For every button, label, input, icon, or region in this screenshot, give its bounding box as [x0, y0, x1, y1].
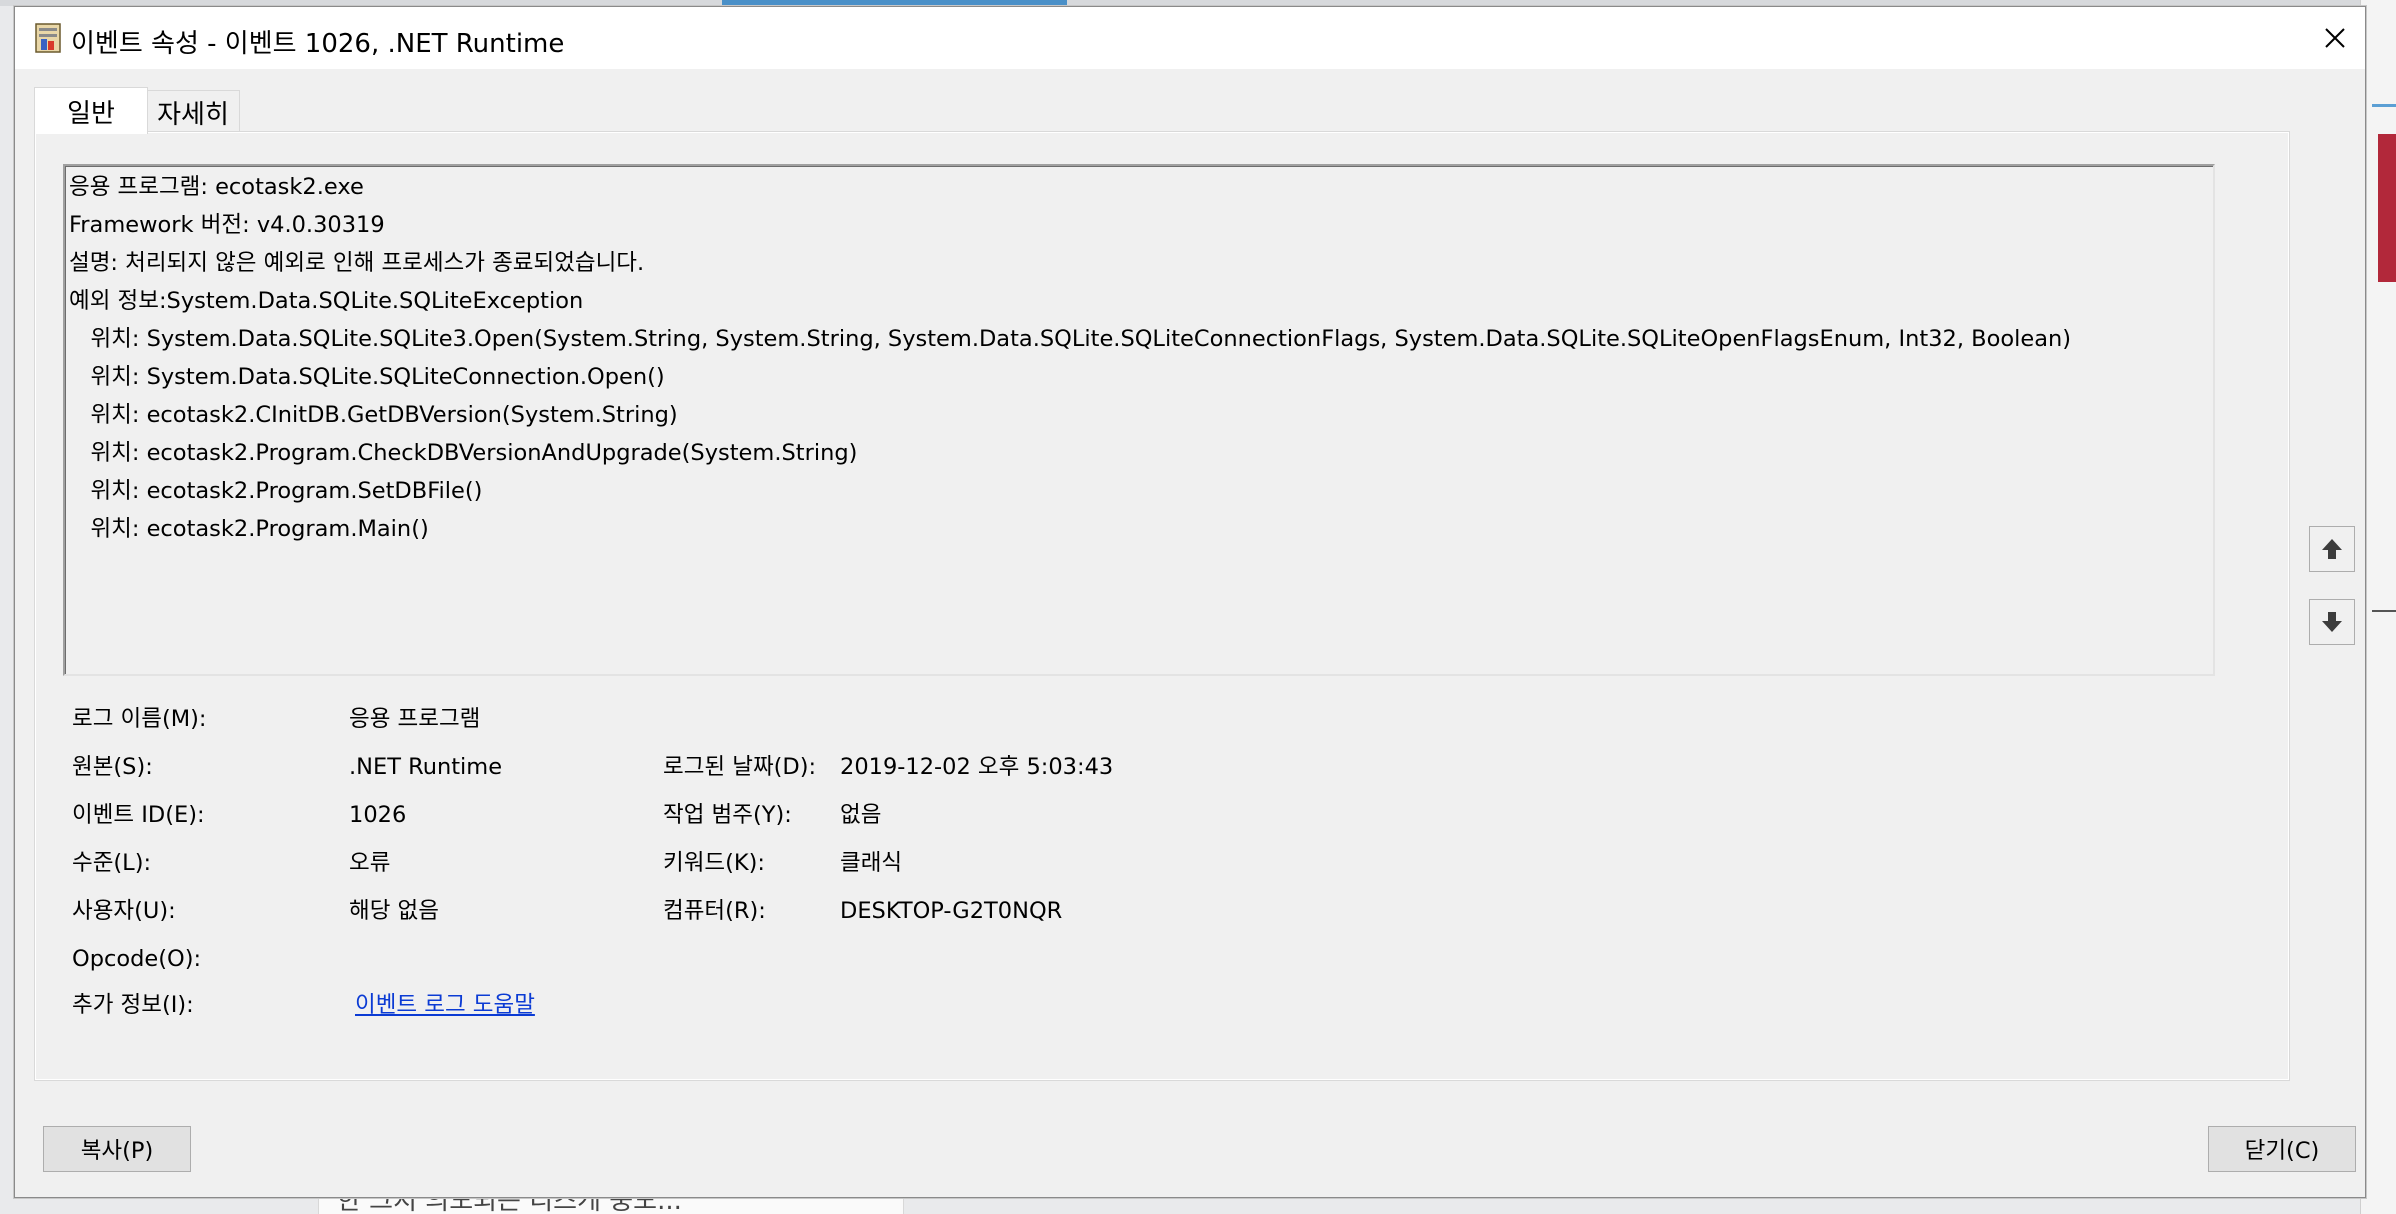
computer-value: DESKTOP-G2T0NQR [840, 898, 1063, 924]
source-value: .NET Runtime [349, 754, 503, 780]
user-label: 사용자(U): [72, 898, 176, 924]
close-button-label: 닫기(C) [2244, 1138, 2320, 1164]
arrow-down-icon [2322, 612, 2342, 632]
keywords-value: 클래식 [840, 850, 903, 876]
window-title: 이벤트 속성 - 이벤트 1026, .NET Runtime [71, 29, 565, 59]
description-line: 응용 프로그램: ecotask2.exe [69, 174, 364, 200]
keywords-label: 키워드(K): [663, 850, 765, 876]
event-log-help-link[interactable]: 이벤트 로그 도움말 [355, 990, 535, 1020]
opcode-label: Opcode(O): [72, 946, 202, 972]
background-blue-line [2372, 104, 2396, 107]
tab-general-label: 일반 [67, 98, 115, 129]
task-category-label: 작업 범주(Y): [663, 802, 792, 828]
event-id-value: 1026 [349, 802, 407, 828]
more-info-label: 추가 정보(I): [72, 992, 194, 1018]
event-id-label: 이벤트 ID(E): [72, 802, 205, 828]
description-line: 위치: ecotask2.CInitDB.GetDBVersion(System… [69, 402, 678, 428]
description-line: 위치: ecotask2.Program.CheckDBVersionAndUp… [69, 440, 858, 466]
level-label: 수준(L): [72, 850, 152, 876]
copy-button-label: 복사(P) [80, 1138, 154, 1164]
general-tab-panel: 응용 프로그램: ecotask2.exe Framework 버전: v4.0… [34, 131, 2290, 1081]
description-line: 위치: System.Data.SQLite.SQLite3.Open(Syst… [69, 326, 2072, 352]
event-viewer-icon [35, 23, 61, 53]
tab-details-label: 자세히 [157, 99, 229, 130]
arrow-up-icon [2322, 539, 2342, 559]
level-value: 오류 [349, 850, 391, 876]
description-line: 위치: ecotask2.Program.Main() [69, 516, 429, 542]
description-line: 위치: ecotask2.Program.SetDBFile() [69, 478, 483, 504]
source-label: 원본(S): [72, 754, 153, 780]
title-bar[interactable]: 이벤트 속성 - 이벤트 1026, .NET Runtime [15, 7, 2365, 69]
log-name-label: 로그 이름(M): [72, 706, 207, 732]
logged-value: 2019-12-02 오후 5:03:43 [840, 754, 1114, 780]
user-value: 해당 없음 [349, 898, 439, 924]
background-divider [2372, 610, 2396, 612]
close-icon[interactable] [2305, 7, 2365, 69]
next-event-button[interactable] [2309, 599, 2355, 645]
description-textbox[interactable]: 응용 프로그램: ecotask2.exe Framework 버전: v4.0… [63, 164, 2215, 676]
description-line: Framework 버전: v4.0.30319 [69, 212, 385, 238]
log-name-value: 응용 프로그램 [349, 706, 481, 732]
background-red-button [2378, 134, 2396, 282]
previous-event-button[interactable] [2309, 526, 2355, 572]
copy-button[interactable]: 복사(P) [43, 1126, 191, 1172]
tab-details[interactable]: 자세히 [146, 90, 240, 133]
task-category-value: 없음 [840, 802, 882, 828]
description-line: 위치: System.Data.SQLite.SQLiteConnection.… [69, 364, 665, 390]
computer-label: 컴퓨터(R): [663, 898, 766, 924]
event-properties-dialog: 이벤트 속성 - 이벤트 1026, .NET Runtime 일반 자세히 응… [14, 6, 2366, 1198]
close-button[interactable]: 닫기(C) [2208, 1126, 2356, 1172]
logged-label: 로그된 날짜(D): [663, 754, 817, 780]
description-line: 설명: 처리되지 않은 예외로 인해 프로세스가 종료되었습니다. [69, 250, 645, 276]
tab-general[interactable]: 일반 [34, 87, 148, 134]
description-line: 예외 정보:System.Data.SQLite.SQLiteException [69, 288, 584, 314]
